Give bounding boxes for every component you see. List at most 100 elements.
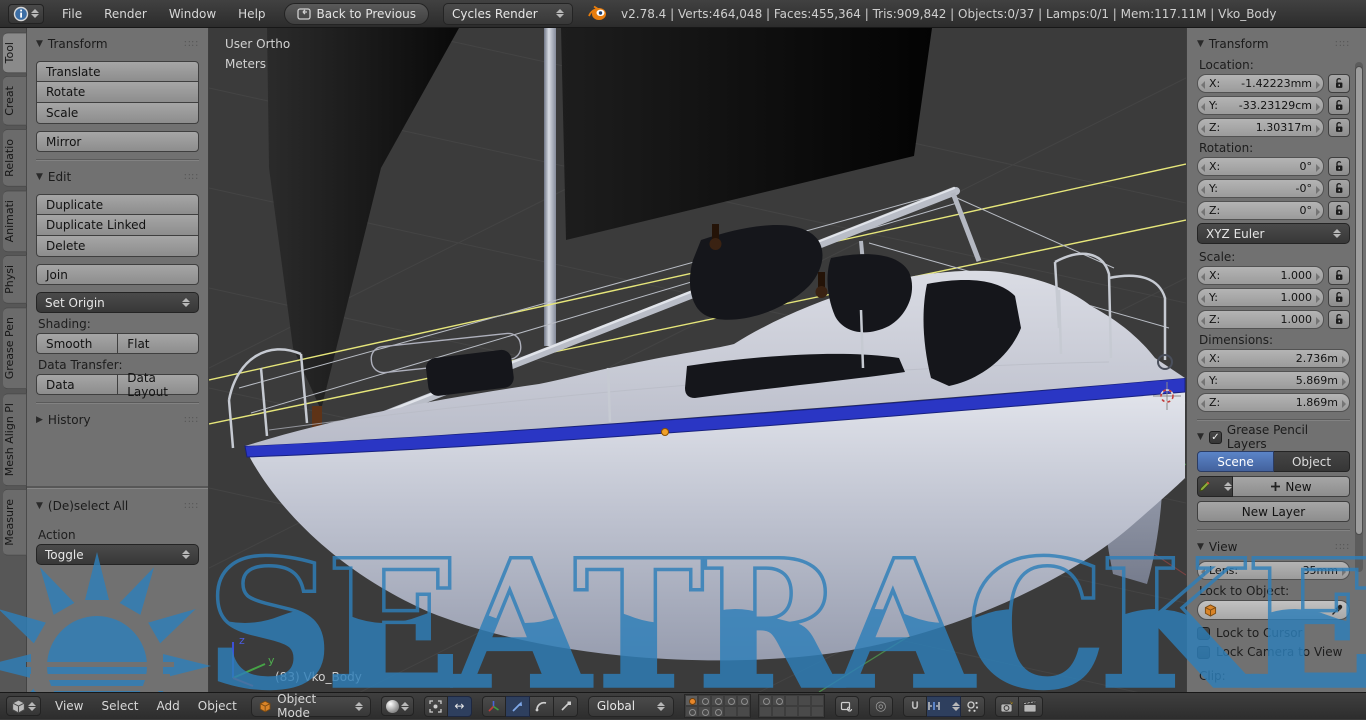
translate-manipulator-button[interactable] <box>506 696 530 717</box>
tab-relations[interactable]: Relatio <box>3 129 27 187</box>
panel-grip-icon[interactable]: ∷∷ <box>184 415 199 426</box>
opengl-render-image-button[interactable] <box>995 696 1019 717</box>
rotation-mode-select[interactable]: XYZ Euler <box>1197 223 1350 244</box>
duplicate-linked-button[interactable]: Duplicate Linked <box>36 215 199 236</box>
tab-grease-pencil[interactable]: Grease Pen <box>3 307 27 389</box>
tab-animation[interactable]: Animati <box>3 190 27 252</box>
rotation-y-field[interactable]: Y:-0° <box>1197 179 1324 198</box>
action-select[interactable]: Toggle <box>36 544 199 565</box>
interaction-mode-select[interactable]: Object Mode <box>251 696 371 717</box>
scale-manipulator-button[interactable] <box>554 696 578 717</box>
layers-widget[interactable] <box>684 694 825 718</box>
location-x-field[interactable]: X:-1.42223mm <box>1197 74 1324 93</box>
lock-to-cursor-checkbox[interactable] <box>1197 627 1210 640</box>
opengl-render-animation-button[interactable] <box>1019 696 1043 717</box>
menu-object[interactable]: Object <box>194 699 241 713</box>
3d-viewport[interactable]: User Ortho Meters (83) Vko_Body z y <box>209 28 1186 692</box>
transform-panel-header[interactable]: ▼ Transform ∷∷ <box>1197 34 1350 54</box>
lock-scale-x-button[interactable] <box>1328 266 1350 285</box>
lens-field[interactable]: Lens:35mm <box>1197 561 1350 580</box>
snap-toggle-button[interactable] <box>903 696 927 717</box>
tab-create[interactable]: Creat <box>3 76 27 126</box>
data-button[interactable]: Data <box>36 374 117 395</box>
delete-button[interactable]: Delete <box>36 236 199 257</box>
layer-grid-right[interactable] <box>758 694 825 718</box>
manipulator-toggle-button[interactable]: ↔ <box>448 696 472 717</box>
eyedropper-icon[interactable] <box>1331 604 1343 616</box>
transform-panel-header[interactable]: ▼ Transform ∷∷ <box>36 34 199 54</box>
menu-select[interactable]: Select <box>97 699 142 713</box>
snap-target-select[interactable] <box>961 696 985 717</box>
tab-mesh-align[interactable]: Mesh Align Pl <box>3 393 27 486</box>
rotate-manipulator-button[interactable] <box>530 696 554 717</box>
lock-scale-z-button[interactable] <box>1328 310 1350 329</box>
menu-help[interactable]: Help <box>234 7 269 21</box>
grease-pencil-checkbox[interactable]: ✓ <box>1209 431 1222 444</box>
tab-measure[interactable]: Measure <box>3 489 27 556</box>
history-panel-header[interactable]: ▶ History ∷∷ <box>36 410 199 430</box>
panel-scrollbar[interactable] <box>1355 62 1363 572</box>
deselect-all-panel-header[interactable]: ▼ (De)select All ∷∷ <box>36 496 199 516</box>
grease-pencil-panel-header[interactable]: ▼ ✓ Grease Pencil Layers <box>1197 427 1350 447</box>
back-to-previous-button[interactable]: Back to Previous <box>284 3 430 25</box>
scale-x-field[interactable]: X:1.000 <box>1197 266 1324 285</box>
edit-panel-header[interactable]: ▼ Edit ∷∷ <box>36 167 199 187</box>
render-engine-select[interactable]: Cycles Render <box>443 3 573 25</box>
editor-type-selector[interactable] <box>8 4 44 24</box>
lock-rotation-y-button[interactable] <box>1328 179 1350 198</box>
lock-rotation-x-button[interactable] <box>1328 157 1350 176</box>
shade-flat-button[interactable]: Flat <box>117 333 199 354</box>
dimension-z-field[interactable]: Z:1.869m <box>1197 393 1350 412</box>
location-y-field[interactable]: Y:-33.23129cm <box>1197 96 1324 115</box>
grease-pencil-scene-button[interactable]: Scene <box>1197 451 1274 472</box>
viewport-shading-select[interactable] <box>381 696 414 716</box>
menu-render[interactable]: Render <box>100 7 151 21</box>
lock-location-z-button[interactable] <box>1328 118 1350 137</box>
lock-to-object-field[interactable] <box>1197 600 1350 620</box>
editor-type-selector[interactable] <box>6 696 41 716</box>
tab-tool[interactable]: Tool <box>3 32 27 73</box>
menu-view[interactable]: View <box>51 699 87 713</box>
menu-file[interactable]: File <box>58 7 86 21</box>
scale-y-field[interactable]: Y:1.000 <box>1197 288 1324 307</box>
menu-add[interactable]: Add <box>153 699 184 713</box>
shade-smooth-button[interactable]: Smooth <box>36 333 117 354</box>
scale-z-field[interactable]: Z:1.000 <box>1197 310 1324 329</box>
rotation-x-field[interactable]: X:0° <box>1197 157 1324 176</box>
lock-camera-to-view-checkbox[interactable] <box>1197 646 1210 659</box>
dimension-x-field[interactable]: X:2.736m <box>1197 349 1350 368</box>
mast[interactable] <box>544 28 556 346</box>
manipulator-axes-button[interactable] <box>482 696 506 717</box>
scale-button[interactable]: Scale <box>36 103 199 124</box>
join-button[interactable]: Join <box>36 264 199 285</box>
new-layer-button[interactable]: New Layer <box>1197 501 1350 522</box>
lock-location-y-button[interactable] <box>1328 96 1350 115</box>
grease-pencil-brush-select[interactable] <box>1197 476 1233 497</box>
lock-rotation-z-button[interactable] <box>1328 201 1350 220</box>
panel-grip-icon[interactable]: ∷∷ <box>1335 39 1350 50</box>
grease-pencil-object-button[interactable]: Object <box>1274 451 1350 472</box>
pivot-point-select[interactable] <box>424 696 448 717</box>
dimension-y-field[interactable]: Y:5.869m <box>1197 371 1350 390</box>
menu-window[interactable]: Window <box>165 7 220 21</box>
set-origin-select[interactable]: Set Origin <box>36 292 199 313</box>
grease-pencil-new-button[interactable]: New <box>1233 476 1350 497</box>
duplicate-button[interactable]: Duplicate <box>36 194 199 215</box>
location-z-field[interactable]: Z:1.30317m <box>1197 118 1324 137</box>
proportional-editing-button[interactable]: ◎ <box>869 696 893 717</box>
view-panel-header[interactable]: ▼ View ∷∷ <box>1197 537 1350 557</box>
panel-grip-icon[interactable]: ∷∷ <box>184 39 199 50</box>
transform-orientation-select[interactable]: Global <box>588 696 674 717</box>
lock-location-x-button[interactable] <box>1328 74 1350 93</box>
mirror-button[interactable]: Mirror <box>36 131 199 152</box>
panel-grip-icon[interactable]: ∷∷ <box>184 501 199 512</box>
snap-element-select[interactable] <box>927 696 961 717</box>
panel-grip-icon[interactable]: ∷∷ <box>184 172 199 183</box>
lock-to-scene-button[interactable] <box>835 696 859 717</box>
data-layout-button[interactable]: Data Layout <box>117 374 199 395</box>
lock-scale-y-button[interactable] <box>1328 288 1350 307</box>
rotate-button[interactable]: Rotate <box>36 82 199 103</box>
rotation-z-field[interactable]: Z:0° <box>1197 201 1324 220</box>
tab-physics[interactable]: Physi <box>3 255 27 304</box>
layer-grid-left[interactable] <box>684 694 751 718</box>
